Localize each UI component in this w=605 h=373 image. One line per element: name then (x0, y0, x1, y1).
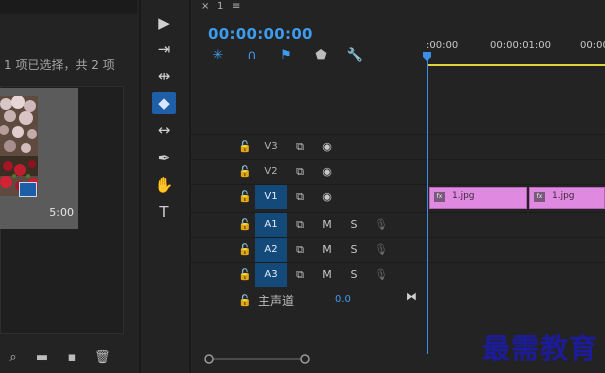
v1-track-body[interactable]: fx 1.jpg fx 1.jpg (427, 185, 605, 209)
mic-icon[interactable]: 🎙 (373, 213, 389, 237)
track-label[interactable]: V2 (255, 160, 287, 184)
track-label[interactable]: A3 (255, 263, 287, 287)
video-clip[interactable]: fx 1.jpg (529, 187, 605, 209)
clip-label: 1.jpg (452, 191, 475, 201)
timeline-panel: × 1 ≡ 00:00:00:00 ✳ ∩ ⚑ ⬟ 🔧 :00:00 00:00… (191, 0, 605, 373)
fx-badge-icon: fx (434, 192, 445, 202)
track-lock-icon[interactable]: 🔓 (238, 268, 252, 281)
thumbnail-duration: 5:00 (49, 206, 74, 219)
ruler-tick-label: 00:00 (580, 40, 605, 51)
tab-menu-icon[interactable]: ≡ (232, 1, 240, 12)
pen-tool-icon[interactable]: ✒ (151, 147, 177, 169)
selection-status: 1 项已选择，共 2 项 (4, 58, 115, 72)
track-lock-icon[interactable]: 🔓 (238, 294, 252, 307)
project-tab-strip (0, 0, 137, 14)
eye-icon[interactable]: ◉ (319, 135, 335, 159)
mic-icon[interactable]: 🎙 (373, 238, 389, 262)
razor-tool-icon[interactable]: ◆ (152, 92, 176, 114)
sequence-badge-icon (19, 182, 37, 197)
playhead-timecode[interactable]: 00:00:00:00 (208, 25, 313, 43)
timeline-tab-bar: × 1 ≡ (191, 0, 605, 16)
sync-lock-icon[interactable]: ⧉ (292, 185, 308, 209)
track-a3: 🔓 A3 ⧉ M S 🎙 (191, 262, 605, 287)
track-label[interactable]: V3 (255, 135, 287, 159)
master-track: 🔓 主声道 0.0 ⧓ (191, 289, 605, 311)
solo-button[interactable]: S (346, 213, 362, 237)
ruler-tick-label: :00:00 (426, 40, 459, 51)
track-a1: 🔓 A1 ⧉ M S 🎙 (191, 212, 605, 237)
track-lock-icon[interactable]: 🔓 (238, 190, 252, 203)
sync-lock-icon[interactable]: ⧉ (292, 238, 308, 262)
project-panel: 1 项已选择，共 2 项 5:00 ⌕ ▬ ▪ 🗑 (0, 0, 137, 373)
mic-icon[interactable]: 🎙 (373, 263, 389, 287)
track-a2: 🔓 A2 ⧉ M S 🎙 (191, 237, 605, 262)
sync-lock-icon[interactable]: ⧉ (292, 263, 308, 287)
mute-button[interactable]: M (319, 263, 335, 287)
track-label[interactable]: A1 (255, 213, 287, 237)
sync-lock-icon[interactable]: ⧉ (292, 160, 308, 184)
master-track-label: 主声道 (258, 294, 295, 308)
delete-icon[interactable]: 🗑 (94, 350, 111, 366)
track-label[interactable]: V1 (255, 185, 287, 209)
ripple-edit-tool-icon[interactable]: ⇹ (151, 65, 177, 87)
eye-icon[interactable]: ◉ (319, 160, 335, 184)
track-lock-icon[interactable]: 🔓 (238, 165, 252, 178)
snap-magnet-icon[interactable]: ∩ (243, 48, 261, 64)
sequence-tab-label[interactable]: 1 (217, 1, 223, 12)
fx-badge-icon: fx (534, 192, 545, 202)
sync-lock-icon[interactable]: ⧉ (292, 213, 308, 237)
search-icon[interactable]: ⌕ (5, 350, 21, 366)
mute-button[interactable]: M (319, 238, 335, 262)
track-v1: 🔓 V1 ⧉ ◉ fx 1.jpg fx 1.jpg (191, 184, 605, 209)
mute-button[interactable]: M (319, 213, 335, 237)
ruler-tick-label: 00:00:01:00 (490, 40, 552, 51)
eye-icon[interactable]: ◉ (319, 185, 335, 209)
sync-lock-icon[interactable]: ⧉ (292, 135, 308, 159)
flower-thumbnail-image[interactable] (0, 96, 38, 196)
work-area-bar[interactable] (427, 64, 605, 66)
slip-tool-icon[interactable]: ↔ (151, 119, 177, 141)
time-ruler[interactable]: :00:00 00:00:01:00 00:00 (426, 36, 605, 66)
track-select-tool-icon[interactable]: ⇥ (151, 38, 177, 60)
track-lock-icon[interactable]: 🔓 (238, 243, 252, 256)
master-volume-value[interactable]: 0.0 (335, 294, 351, 305)
solo-button[interactable]: S (346, 263, 362, 287)
type-tool-icon[interactable]: T (151, 201, 177, 223)
track-v3: 🔓 V3 ⧉ ◉ (191, 134, 605, 159)
video-clip[interactable]: fx 1.jpg (429, 187, 527, 209)
timeline-settings-wrench-icon[interactable]: 🔧 (346, 48, 364, 64)
new-bin-icon[interactable]: ▬ (34, 350, 50, 366)
add-marker-icon[interactable]: ⬟ (312, 48, 330, 64)
tools-panel: ▶ ⇥ ⇹ ◆ ↔ ✒ ✋ T (139, 0, 191, 373)
new-item-icon[interactable]: ▪ (64, 350, 80, 366)
track-v2: 🔓 V2 ⧉ ◉ (191, 159, 605, 184)
project-footer-toolbar: ⌕ ▬ ▪ 🗑 (0, 350, 137, 368)
track-label[interactable]: A2 (255, 238, 287, 262)
playhead-line[interactable] (427, 54, 428, 354)
linked-selection-icon[interactable]: ⚑ (277, 48, 295, 64)
nest-sequence-icon[interactable]: ✳ (209, 48, 227, 64)
hand-tool-icon[interactable]: ✋ (151, 174, 177, 196)
track-lock-icon[interactable]: 🔓 (238, 218, 252, 231)
track-lock-icon[interactable]: 🔓 (238, 140, 252, 153)
watermark-logo: 最需教育 (482, 332, 599, 365)
tab-close-icon[interactable]: × (201, 1, 209, 12)
solo-button[interactable]: S (346, 238, 362, 262)
selection-tool-icon[interactable]: ▶ (151, 12, 177, 34)
go-to-out-icon[interactable]: ⧓ (406, 290, 417, 303)
playhead-handle-icon[interactable] (422, 52, 432, 62)
clip-label: 1.jpg (552, 191, 575, 201)
timeline-zoom-scrollbar[interactable] (203, 354, 311, 364)
